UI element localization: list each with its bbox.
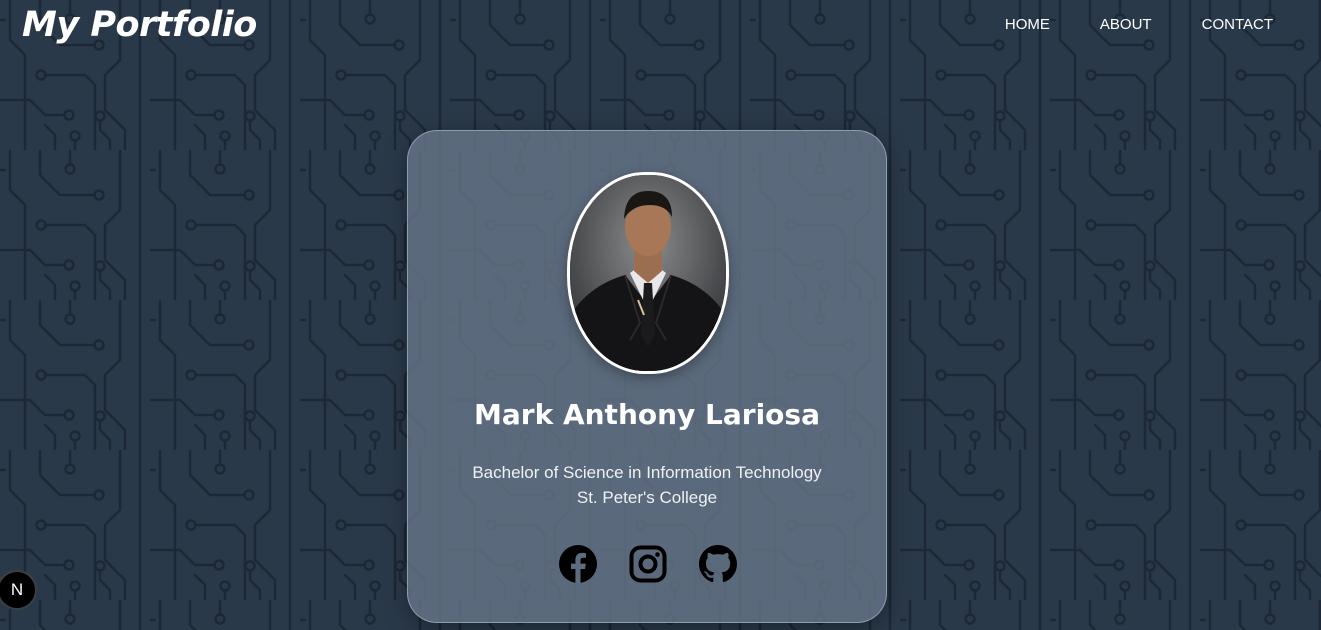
- nav-home-link[interactable]: HOME: [1005, 16, 1050, 34]
- profile-photo: [567, 172, 729, 374]
- site-logo[interactable]: My Portfolio: [22, 2, 257, 48]
- profile-name: Mark Anthony Lariosa: [474, 398, 820, 431]
- social-links: [558, 544, 738, 584]
- github-icon[interactable]: [698, 544, 738, 584]
- nav-contact-link[interactable]: CONTACT: [1202, 16, 1273, 34]
- profile-degree: Bachelor of Science in Information Techn…: [472, 463, 822, 482]
- top-navigation-bar: My Portfolio HOME ABOUT CONTACT: [0, 0, 1321, 52]
- facebook-icon[interactable]: [558, 544, 598, 584]
- main-nav: HOME ABOUT CONTACT: [1005, 16, 1273, 34]
- nextjs-badge-letter: N: [10, 580, 24, 599]
- nav-about-link[interactable]: ABOUT: [1100, 16, 1152, 34]
- instagram-icon[interactable]: [628, 544, 668, 584]
- profile-school: St. Peter's College: [576, 488, 718, 507]
- profile-card: Mark Anthony Lariosa Bachelor of Science…: [407, 130, 887, 623]
